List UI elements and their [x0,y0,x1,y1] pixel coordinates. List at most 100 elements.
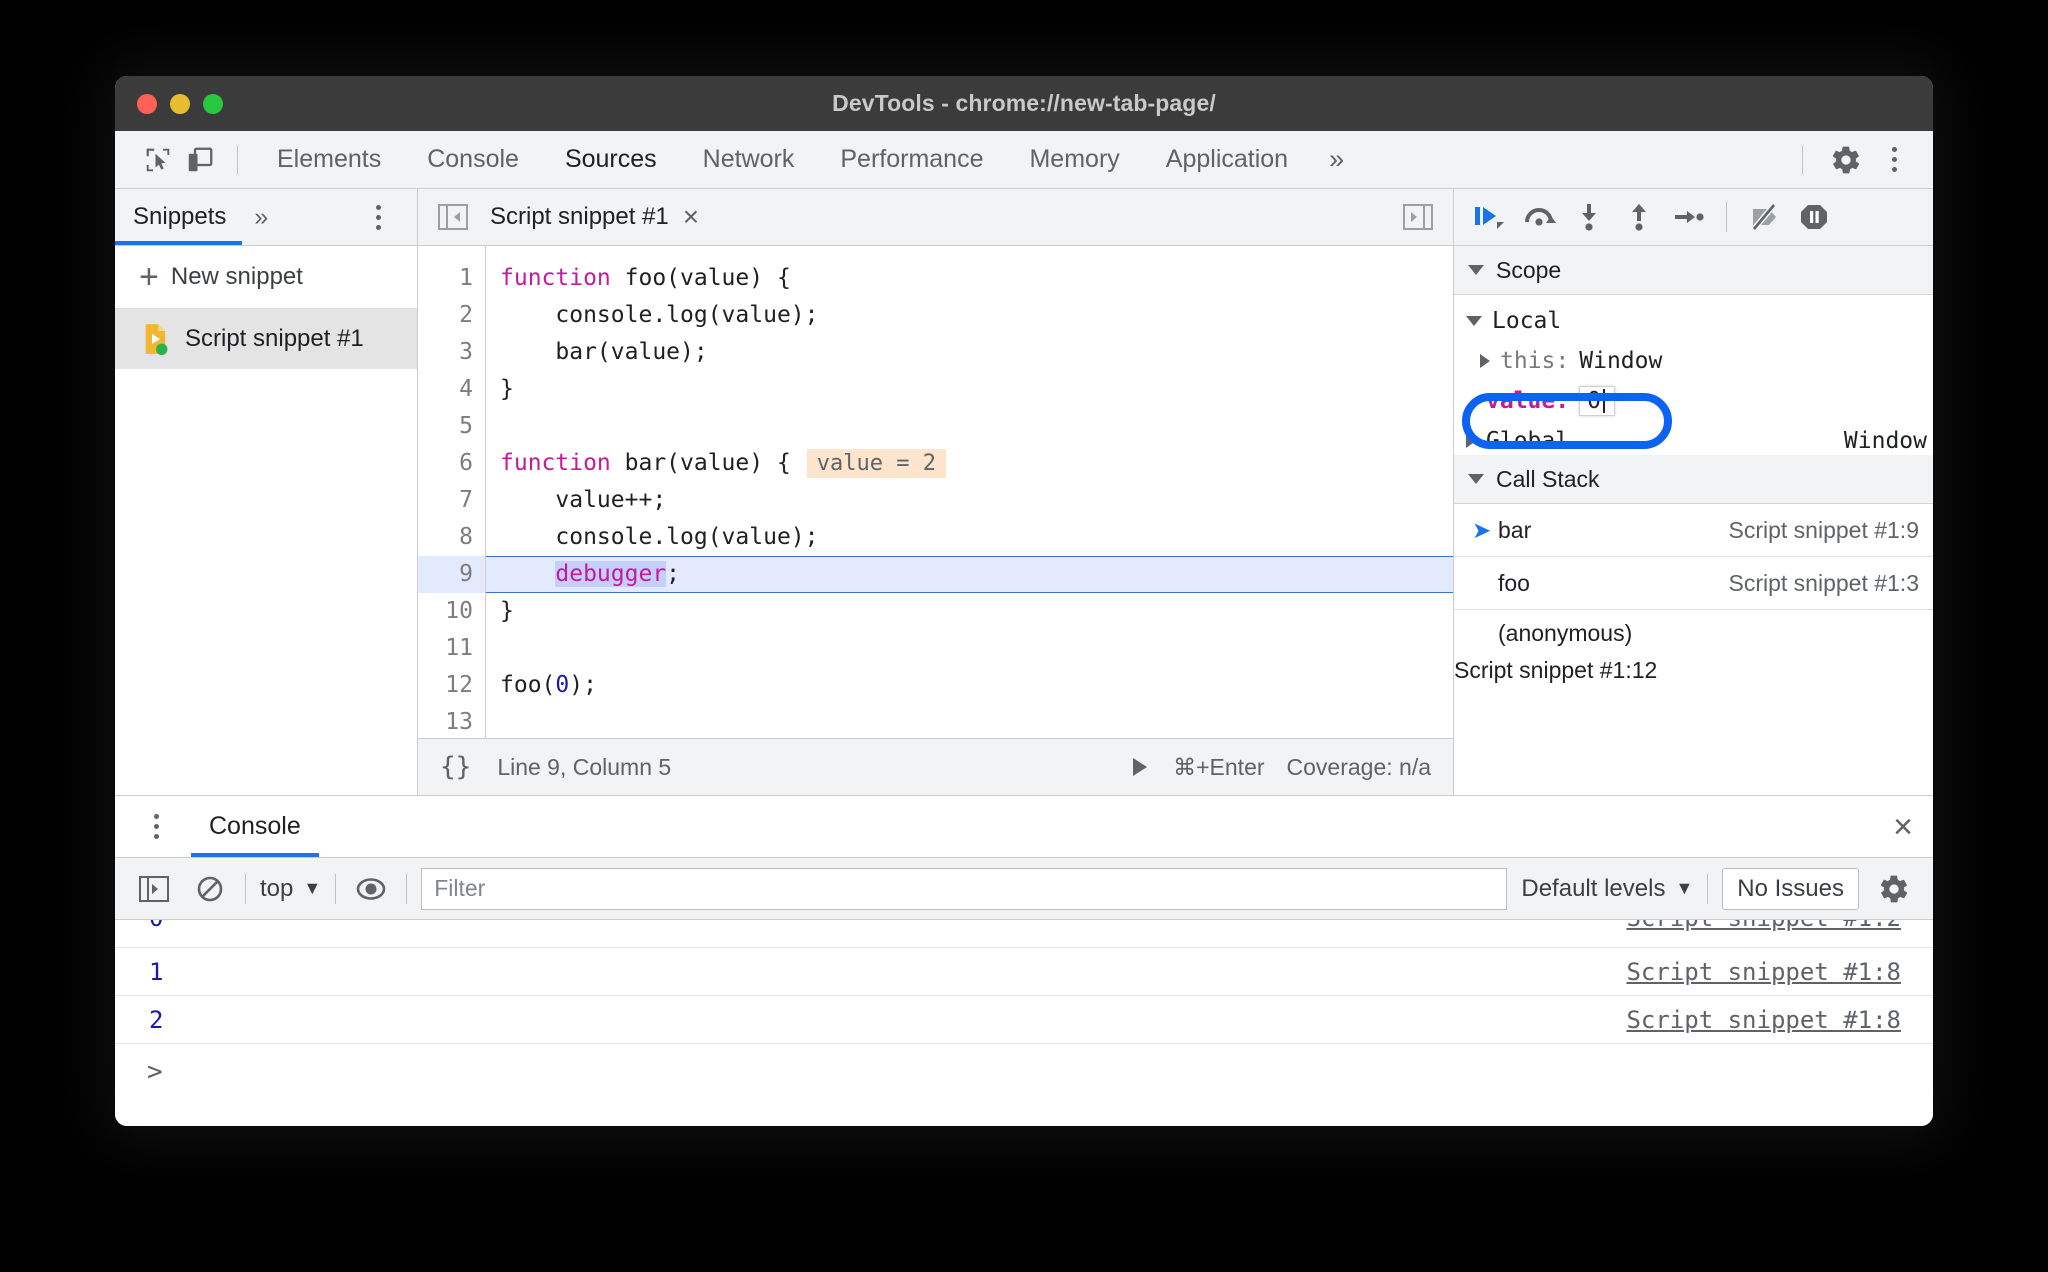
navigator-menu-icon[interactable] [357,196,399,238]
console-context-label: top [260,874,294,902]
live-expression-icon[interactable] [350,868,392,910]
console-context-selector[interactable]: top ▼ [260,875,321,903]
chevron-right-icon[interactable] [1466,434,1476,448]
scope-row-this[interactable]: this: Window [1454,341,1933,381]
list-item-script-snippet-1[interactable]: Script snippet #1 [115,309,417,369]
console-sidebar-icon[interactable] [133,868,175,910]
call-stack-frame-current[interactable]: ➤ bar Script snippet #1:9 [1454,504,1933,557]
tab-performance[interactable]: Performance [817,132,1006,188]
device-toolbar-icon[interactable] [179,139,221,181]
scope-value-edit-field[interactable]: 0 [1579,386,1615,416]
line-number: 11 [445,634,473,661]
clear-console-icon[interactable] [189,868,231,910]
step-over-next-function-call-icon[interactable] [1518,196,1560,238]
tab-network[interactable]: Network [680,132,818,188]
navigator-more-icon[interactable]: » [242,203,280,232]
close-drawer-icon[interactable]: × [1893,810,1913,844]
scope-row-global[interactable]: Global Window [1454,421,1933,455]
tab-sources[interactable]: Sources [542,132,680,188]
line-number: 13 [445,708,473,735]
list-item[interactable]: 0 Script snippet #1:2 [115,920,1933,948]
call-stack-location: Script snippet #1:3 [1728,569,1919,596]
console-message-source[interactable]: Script snippet #1:2 [1626,920,1933,932]
list-item[interactable]: 1 Script snippet #1:8 [115,948,1933,996]
tab-elements[interactable]: Elements [254,132,404,188]
panel-tabs: Elements Console Sources Network Perform… [254,132,1362,188]
line-number: 7 [459,486,473,513]
call-stack-frame[interactable]: foo Script snippet #1:3 [1454,557,1933,610]
toolbar-divider [237,145,238,174]
tab-console-drawer[interactable]: Console [191,796,319,857]
show-debugger-icon[interactable] [1397,196,1439,238]
step-icon[interactable] [1668,196,1710,238]
code-line: foo(0); [500,671,597,698]
code-lines[interactable]: function foo(value) { console.log(value)… [486,246,1453,738]
scope-title: Scope [1496,256,1562,283]
scope-body: Local this: Window value: 0 Global Windo… [1454,295,1933,455]
tab-memory[interactable]: Memory [1006,132,1142,188]
chevron-down-icon [1468,265,1484,275]
code-line: value++; [500,486,667,513]
step-out-of-current-function-icon[interactable] [1618,196,1660,238]
tab-script-snippet-1[interactable]: Script snippet #1 × [490,202,699,231]
log-levels-label: Default levels [1521,874,1666,902]
scope-section-header[interactable]: Scope [1454,246,1933,295]
line-number: 8 [459,523,473,550]
inspect-element-icon[interactable] [137,139,179,181]
navigator-tab-snippets[interactable]: Snippets [115,189,243,245]
resume-script-execution-icon[interactable] [1468,196,1510,238]
pause-on-exceptions-icon[interactable] [1793,196,1835,238]
deactivate-breakpoints-icon[interactable] [1743,196,1785,238]
scope-row-value[interactable]: value: 0 [1454,381,1933,421]
console-prompt[interactable]: > [115,1044,1933,1100]
more-tabs-icon[interactable]: » [1311,144,1362,175]
console-settings-gear-icon[interactable] [1873,868,1915,910]
prompt-caret-icon: > [147,1057,163,1087]
code-line-current[interactable]: debugger; [486,555,1453,593]
close-icon[interactable]: × [683,202,699,231]
drawer-menu-icon[interactable] [135,806,177,848]
chevron-right-icon[interactable] [1480,354,1490,368]
code-line: } [500,597,514,624]
console-message-value: 1 [149,957,164,986]
call-stack-title: Call Stack [1496,465,1600,492]
code-editor[interactable]: 1 2 3 4 5 6 7 8 9 10 11 12 13 function f… [418,245,1453,738]
console-message-source[interactable]: Script snippet #1:8 [1626,958,1933,986]
console-drawer: Console × top ▼ Filter Default levels ▼ … [115,796,1933,1126]
log-levels-selector[interactable]: Default levels ▼ [1521,875,1693,903]
show-navigator-icon[interactable] [432,196,474,238]
new-snippet-label: New snippet [170,263,303,290]
navigator-tab-label: Snippets [133,203,227,230]
toolbar-right-actions [1786,139,1915,181]
console-messages: 0 Script snippet #1:2 1 Script snippet #… [115,920,1933,1126]
scope-local-group[interactable]: Local [1454,301,1933,341]
tab-application[interactable]: Application [1143,132,1311,188]
line-number: 1 [459,264,473,291]
current-frame-arrow-icon: ➤ [1472,516,1492,543]
step-into-next-function-call-icon[interactable] [1568,196,1610,238]
console-message-value: 0 [149,920,163,932]
cursor-position: Line 9, Column 5 [497,753,672,780]
new-snippet-button[interactable]: + New snippet [115,246,417,309]
filter-input[interactable]: Filter [421,867,1508,910]
status-right-group: ⌘+Enter Coverage: n/a [1129,754,1431,781]
console-divider-4 [1707,873,1709,904]
scope-value-text: 0 [1587,388,1601,414]
run-snippet-icon[interactable] [1129,756,1151,778]
editor-status-bar: {} Line 9, Column 5 ⌘+Enter Coverage: n/… [418,738,1453,795]
issues-button[interactable]: No Issues [1722,867,1859,910]
kebab-menu-icon[interactable] [1873,139,1915,181]
scope-prop-value: Window [1579,348,1663,374]
list-item[interactable]: 2 Script snippet #1:8 [115,996,1933,1044]
debugger-sidebar: Scope Local this: Window value: 0 Global… [1453,189,1933,795]
gear-icon[interactable] [1825,139,1867,181]
tab-console[interactable]: Console [404,132,542,188]
line-number: 6 [459,449,473,476]
call-stack-location: Script snippet #1:9 [1728,516,1919,543]
console-message-source[interactable]: Script snippet #1:8 [1626,1006,1933,1034]
call-stack-section-header[interactable]: Call Stack [1454,455,1933,504]
pretty-print-icon[interactable]: {} [440,752,471,782]
call-stack-frames: ➤ bar Script snippet #1:9 foo Script sni… [1454,504,1933,698]
call-stack-frame-anonymous[interactable]: (anonymous) Script snippet #1:12 [1454,610,1933,698]
